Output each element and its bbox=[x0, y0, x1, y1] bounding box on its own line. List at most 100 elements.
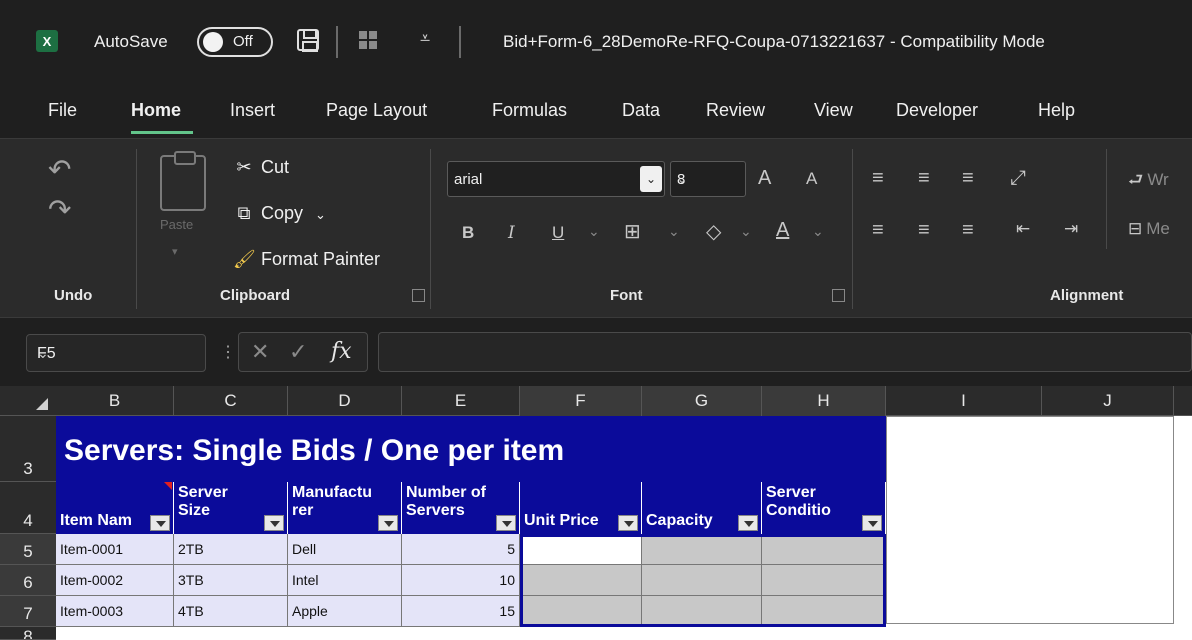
cell-size[interactable]: 2TB bbox=[174, 534, 288, 565]
tab-page-layout[interactable]: Page Layout bbox=[326, 100, 427, 121]
filter-dropdown-icon[interactable] bbox=[378, 515, 398, 531]
orientation-icon[interactable]: ⤢ bbox=[1010, 167, 1026, 190]
align-bottom-icon[interactable]: ≡ bbox=[962, 167, 974, 190]
chevron-down-icon[interactable]: ⌄ bbox=[588, 223, 600, 240]
align-left-icon[interactable]: ≡ bbox=[872, 219, 884, 242]
comment-indicator-icon[interactable] bbox=[164, 482, 172, 490]
copy-button[interactable]: ⧉ Copy ⌄ bbox=[233, 203, 326, 224]
tab-home[interactable]: Home bbox=[131, 100, 181, 121]
save-icon[interactable] bbox=[297, 29, 319, 52]
dialog-launcher-icon[interactable] bbox=[832, 289, 845, 302]
column-header-h[interactable]: H bbox=[762, 386, 886, 416]
undo-icon[interactable]: ↶ bbox=[48, 153, 71, 186]
font-name-select[interactable]: arial ⌄ bbox=[447, 161, 665, 197]
enter-icon[interactable]: ✓ bbox=[289, 339, 307, 365]
select-all-button[interactable] bbox=[0, 386, 56, 416]
grow-font-button[interactable]: A bbox=[758, 167, 771, 190]
filter-dropdown-icon[interactable] bbox=[618, 515, 638, 531]
underline-button[interactable]: U bbox=[552, 223, 564, 243]
row-header-7[interactable]: 7 bbox=[0, 596, 56, 627]
tab-review[interactable]: Review bbox=[706, 100, 765, 121]
font-color-button[interactable]: A bbox=[776, 219, 789, 242]
formula-input[interactable] bbox=[378, 332, 1192, 372]
align-middle-icon[interactable]: ≡ bbox=[918, 167, 930, 190]
redo-icon[interactable]: ↷ bbox=[48, 193, 71, 226]
column-header-d[interactable]: D bbox=[288, 386, 402, 416]
chevron-down-icon[interactable]: ▾ bbox=[172, 245, 178, 258]
column-header-e[interactable]: E bbox=[402, 386, 520, 416]
name-box[interactable]: F5 ⌄ bbox=[26, 334, 206, 372]
table-icon[interactable] bbox=[359, 31, 377, 49]
align-center-icon[interactable]: ≡ bbox=[918, 219, 930, 242]
decrease-indent-icon[interactable]: ⇤ bbox=[1016, 219, 1030, 239]
tab-file[interactable]: File bbox=[48, 100, 77, 121]
header-manufacturer[interactable]: Manufactu rer bbox=[288, 482, 402, 534]
row-header-4[interactable]: 4 bbox=[0, 482, 56, 534]
align-top-icon[interactable]: ≡ bbox=[872, 167, 884, 190]
header-capacity[interactable]: Capacity bbox=[642, 482, 762, 534]
cell-manufacturer[interactable]: Intel bbox=[288, 565, 402, 596]
column-header-b[interactable]: B bbox=[56, 386, 174, 416]
column-header-c[interactable]: C bbox=[174, 386, 288, 416]
cancel-icon[interactable]: ✕ bbox=[251, 339, 269, 365]
filter-dropdown-icon[interactable] bbox=[738, 515, 758, 531]
more-options-icon[interactable]: ⋮ bbox=[220, 342, 236, 362]
wrap-text-button[interactable]: ⮐ Wr bbox=[1128, 167, 1169, 196]
dialog-launcher-icon[interactable] bbox=[412, 289, 425, 302]
tab-view[interactable]: View bbox=[814, 100, 853, 121]
section-banner[interactable]: Servers: Single Bids / One per item bbox=[56, 416, 886, 482]
chevron-down-icon[interactable]: ⌄ bbox=[640, 166, 662, 192]
cell-manufacturer[interactable]: Dell bbox=[288, 534, 402, 565]
cut-button[interactable]: ✂ Cut bbox=[233, 157, 289, 178]
cell-size[interactable]: 4TB bbox=[174, 596, 288, 627]
tab-help[interactable]: Help bbox=[1038, 100, 1075, 121]
paste-icon[interactable] bbox=[160, 151, 206, 211]
row-header-6[interactable]: 6 bbox=[0, 565, 56, 596]
shrink-font-button[interactable]: A bbox=[806, 169, 817, 189]
cell-size[interactable]: 3TB bbox=[174, 565, 288, 596]
chevron-down-icon[interactable]: ⌄ bbox=[37, 345, 197, 362]
chevron-down-icon[interactable]: ⌄ bbox=[677, 172, 739, 186]
header-server-condition[interactable]: Server Conditio bbox=[762, 482, 886, 534]
column-header-i[interactable]: I bbox=[886, 386, 1042, 416]
font-size-select[interactable]: 8 ⌄ bbox=[670, 161, 746, 197]
cell-item[interactable]: Item-0001 bbox=[56, 534, 174, 565]
align-right-icon[interactable]: ≡ bbox=[962, 219, 974, 242]
header-item-name[interactable]: Item Nam bbox=[56, 482, 174, 534]
italic-button[interactable]: I bbox=[508, 223, 515, 243]
column-header-f[interactable]: F bbox=[520, 386, 642, 416]
borders-icon[interactable]: ⊞ bbox=[624, 219, 641, 244]
row-header-3[interactable]: 3 bbox=[0, 416, 56, 482]
column-header-j[interactable]: J bbox=[1042, 386, 1174, 416]
header-number-of-servers[interactable]: Number of Servers bbox=[402, 482, 520, 534]
filter-dropdown-icon[interactable] bbox=[150, 515, 170, 531]
header-unit-price[interactable]: Unit Price bbox=[520, 482, 642, 534]
cell-item[interactable]: Item-0002 bbox=[56, 565, 174, 596]
cell-manufacturer[interactable]: Apple bbox=[288, 596, 402, 627]
filter-dropdown-icon[interactable] bbox=[862, 515, 882, 531]
filter-dropdown-icon[interactable] bbox=[264, 515, 284, 531]
insert-function-button[interactable]: fx bbox=[331, 339, 352, 364]
chevron-down-icon[interactable]: ⌄ bbox=[812, 223, 824, 240]
customize-toolbar-icon[interactable]: ⩡ bbox=[420, 28, 430, 49]
chevron-down-icon[interactable]: ⌄ bbox=[740, 223, 752, 240]
header-server-size[interactable]: Server Size bbox=[174, 482, 288, 534]
merge-center-button[interactable]: ⊟ Me bbox=[1128, 219, 1170, 239]
tab-developer[interactable]: Developer bbox=[896, 100, 978, 121]
tab-data[interactable]: Data bbox=[622, 100, 660, 121]
bold-button[interactable]: B bbox=[462, 223, 474, 243]
fill-color-icon[interactable]: ◇ bbox=[706, 219, 721, 244]
cell-count[interactable]: 10 bbox=[402, 565, 520, 596]
row-header-8[interactable]: 8 bbox=[0, 627, 56, 640]
increase-indent-icon[interactable]: ⇥ bbox=[1064, 219, 1078, 239]
chevron-down-icon[interactable]: ⌄ bbox=[315, 207, 326, 222]
cell-count[interactable]: 5 bbox=[402, 534, 520, 565]
row-header-5[interactable]: 5 bbox=[0, 534, 56, 565]
cell-count[interactable]: 15 bbox=[402, 596, 520, 627]
tab-formulas[interactable]: Formulas bbox=[492, 100, 567, 121]
cell-item[interactable]: Item-0003 bbox=[56, 596, 174, 627]
format-painter-button[interactable]: 🖌 Format Painter bbox=[233, 249, 380, 270]
autosave-toggle[interactable]: Off bbox=[197, 27, 273, 57]
tab-insert[interactable]: Insert bbox=[230, 100, 275, 121]
chevron-down-icon[interactable]: ⌄ bbox=[668, 223, 680, 240]
